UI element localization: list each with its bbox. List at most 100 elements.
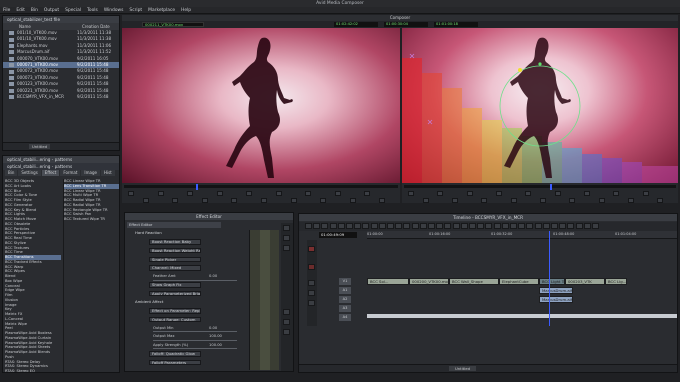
timeline-tool-button[interactable] xyxy=(477,223,485,229)
timeline-tool-button[interactable] xyxy=(501,223,509,229)
zoom-icon[interactable] xyxy=(283,309,290,315)
timeline-ruler[interactable]: 01:00:00 01:00:16:00 01:00:32:00 01:00:48:0… xyxy=(367,231,677,239)
track-label[interactable]: A1 xyxy=(339,287,351,294)
bin-tab[interactable]: optical_stabilizer_test file xyxy=(3,16,119,23)
timeline-tool-button[interactable] xyxy=(395,223,403,229)
menu-edit[interactable]: Edit xyxy=(13,7,28,14)
timeline-clip[interactable]: 000203_VTK xyxy=(565,278,605,285)
record-transport-button[interactable] xyxy=(466,191,473,196)
effect-param-control[interactable]: Output Range: Custom xyxy=(149,316,201,323)
track-label[interactable]: A2 xyxy=(339,296,351,303)
grid-icon[interactable] xyxy=(283,319,290,325)
effect-category[interactable]: RTAS: Stereo EQ xyxy=(5,369,61,372)
source-transport-button[interactable] xyxy=(246,191,253,196)
timeline-tool-button[interactable] xyxy=(337,223,345,229)
effect-param-control[interactable]: Apply Parameterized Brightness xyxy=(149,290,201,297)
timeline-tool-button[interactable] xyxy=(567,223,575,229)
timeline-tool-button[interactable] xyxy=(329,223,337,229)
tab-settings[interactable]: Settings xyxy=(18,170,41,176)
timeline-tool-button[interactable] xyxy=(559,223,567,229)
timeline-tool-button[interactable] xyxy=(313,223,321,229)
timeline-tool-button[interactable] xyxy=(460,223,468,229)
tab-hist[interactable]: Hist xyxy=(100,170,115,176)
timeline-tool-button[interactable] xyxy=(321,223,329,229)
timeline-tool-button[interactable] xyxy=(551,223,558,229)
record-transport-button[interactable] xyxy=(540,198,546,203)
audio-clip[interactable]: MarcusDrum.aif xyxy=(539,287,573,294)
timeline-tool-button[interactable] xyxy=(305,223,312,229)
source-transport-button[interactable] xyxy=(349,198,356,203)
keyframe-graph[interactable] xyxy=(249,230,279,370)
timeline-tool-button[interactable] xyxy=(592,223,599,229)
timeline-tool-button[interactable] xyxy=(518,223,526,229)
record-playhead[interactable] xyxy=(550,184,552,190)
source-transport-button[interactable] xyxy=(305,191,312,196)
record-transport-button[interactable] xyxy=(657,198,664,203)
source-transport-button[interactable] xyxy=(142,198,149,203)
record-transport-button[interactable] xyxy=(554,191,561,196)
timeline-tool-button[interactable] xyxy=(510,223,517,229)
render-icon[interactable] xyxy=(283,245,290,251)
record-transport-button[interactable] xyxy=(584,191,590,196)
effect-param-control[interactable]: Single Picker xyxy=(149,256,201,263)
source-transport-button[interactable] xyxy=(216,191,223,196)
record-transport-button[interactable] xyxy=(510,198,517,203)
record-transport-button[interactable] xyxy=(613,191,620,196)
source-playhead[interactable] xyxy=(196,184,198,190)
source-transport-button[interactable] xyxy=(187,191,194,196)
source-transport-button[interactable] xyxy=(379,198,386,203)
timeline-tool-button[interactable] xyxy=(346,223,353,229)
effect-param-slider[interactable] xyxy=(153,331,237,333)
timeline-tool-button[interactable] xyxy=(378,223,386,229)
timeline-playhead[interactable] xyxy=(549,231,550,326)
bin-view-select[interactable]: Untitled xyxy=(29,144,51,149)
menu-file[interactable]: File xyxy=(0,7,13,14)
effect-param-slider[interactable] xyxy=(153,339,237,341)
source-position-bar[interactable] xyxy=(124,185,398,188)
effect-param-control[interactable]: Hard Reaction xyxy=(133,231,185,237)
menu-help[interactable]: Help xyxy=(178,7,194,14)
menu-special[interactable]: Special xyxy=(62,7,84,14)
timeline-tool-button[interactable] xyxy=(485,223,493,229)
reset-icon[interactable] xyxy=(283,235,290,241)
effect-param-control[interactable]: Show Graph Fix xyxy=(149,282,201,288)
timeline-tool-button[interactable] xyxy=(542,223,550,229)
timeline-clip[interactable]: 000200_VTK00.mov xyxy=(409,278,449,285)
effect-param-control[interactable]: Falloff: Quadratic Glow xyxy=(149,351,201,357)
tab-bin[interactable]: Bin xyxy=(5,170,18,176)
effect-item[interactable]: BCC Textured Wipe TR xyxy=(64,217,119,222)
timeline-tool-button[interactable] xyxy=(370,223,378,229)
source-transport-button[interactable] xyxy=(157,191,164,196)
record-transport-button[interactable] xyxy=(422,198,429,203)
timeline-tool-button[interactable] xyxy=(354,223,362,229)
outline-icon[interactable] xyxy=(283,329,290,335)
timeline-clip[interactable]: ElephantCube xyxy=(499,278,539,285)
effect-param-slider[interactable] xyxy=(153,279,237,281)
menu-script[interactable]: Script xyxy=(126,7,145,14)
record-transport-button[interactable] xyxy=(569,198,576,203)
timeline-tool-button[interactable] xyxy=(362,223,370,229)
timeline-clip[interactable]: BCC Wall_Shape xyxy=(449,278,499,285)
record-transport-button[interactable] xyxy=(628,198,634,203)
timeline-tool-button[interactable] xyxy=(436,223,444,229)
splice-icon[interactable] xyxy=(308,280,315,286)
play-loop-icon[interactable] xyxy=(283,225,290,231)
menu-bin[interactable]: Bin xyxy=(28,7,41,14)
timeline-tool-button[interactable] xyxy=(444,223,452,229)
effect-param-control[interactable]: Boost Reaction Baby xyxy=(149,239,201,245)
timeline-clip[interactable]: BCC Lig... xyxy=(605,278,627,285)
source-transport-button[interactable] xyxy=(320,198,327,203)
record-transport-button[interactable] xyxy=(437,191,444,196)
track-label[interactable]: A3 xyxy=(339,305,351,312)
menu-output[interactable]: Output xyxy=(41,7,62,14)
timeline-tool-button[interactable] xyxy=(387,223,394,229)
source-clip-name[interactable]: 000211_VTK00.mov xyxy=(142,22,204,27)
record-monitor[interactable] xyxy=(402,28,678,183)
timeline-tool-button[interactable] xyxy=(428,223,435,229)
timeline-tool-button[interactable] xyxy=(469,223,476,229)
source-transport-button[interactable] xyxy=(231,198,238,203)
tab-effect[interactable]: Effect xyxy=(41,170,60,176)
record-transport-button[interactable] xyxy=(525,191,532,196)
source-monitor[interactable] xyxy=(122,28,400,183)
timeline-tool-button[interactable] xyxy=(534,223,542,229)
